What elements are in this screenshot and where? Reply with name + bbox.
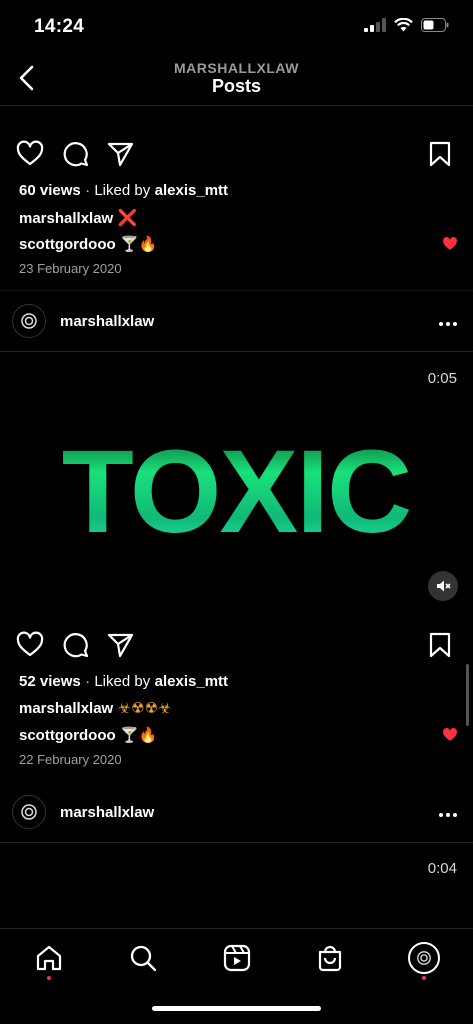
tab-profile[interactable] <box>408 942 440 974</box>
home-indicator <box>152 1006 321 1011</box>
liked-by-user[interactable]: alexis_mtt <box>155 182 228 199</box>
more-icon <box>439 322 457 326</box>
bookmark-icon <box>429 632 451 658</box>
header-divider <box>0 105 473 106</box>
view-count[interactable]: 52 views <box>19 673 81 690</box>
search-icon <box>130 945 157 972</box>
comment-emoji: 🍸🔥 <box>120 236 158 253</box>
post-stats: 60 views · Liked by alexis_mtt <box>19 182 229 199</box>
tab-home[interactable] <box>34 943 64 973</box>
post-date: 23 February 2020 <box>19 261 122 276</box>
avatar[interactable] <box>12 304 46 338</box>
caption-emoji: ☣☢☢☣ <box>117 700 172 717</box>
post-stats: 52 views · Liked by alexis_mtt <box>19 673 229 690</box>
comment-username[interactable]: scottgordooo <box>19 236 116 253</box>
comment-button[interactable] <box>62 140 92 170</box>
battery-icon <box>421 18 449 32</box>
heart-filled-icon <box>443 727 457 741</box>
like-button[interactable] <box>16 631 46 661</box>
avatar[interactable] <box>12 795 46 829</box>
home-notification-dot <box>47 976 51 980</box>
post-separator <box>0 290 473 291</box>
comment-like-button[interactable] <box>442 727 458 747</box>
comment-row: scottgordooo 🍸🔥 <box>19 726 157 745</box>
more-options-button[interactable] <box>438 316 458 327</box>
more-icon <box>439 813 457 817</box>
caption-username[interactable]: marshallxlaw <box>19 210 113 227</box>
mute-button[interactable] <box>428 571 458 601</box>
media-top-divider <box>0 842 473 843</box>
status-icons <box>364 18 449 32</box>
profile-logo-icon <box>21 313 37 329</box>
comment-button[interactable] <box>62 631 92 661</box>
post-date: 22 February 2020 <box>19 752 122 767</box>
video-player[interactable]: 0:05 TOXIC <box>0 352 473 614</box>
header-username: MARSHALLXLAW <box>174 60 299 76</box>
tab-reels[interactable] <box>222 943 252 973</box>
comment-icon <box>63 142 89 167</box>
video-text: TOXIC <box>62 426 410 558</box>
home-icon <box>36 945 62 971</box>
send-icon <box>107 142 134 167</box>
share-button[interactable] <box>106 140 136 170</box>
caption-username[interactable]: marshallxlaw <box>19 700 113 717</box>
video-frame: TOXIC <box>62 426 412 558</box>
signal-icon <box>364 18 386 32</box>
heart-icon <box>16 140 44 166</box>
reels-icon <box>223 944 251 972</box>
comment-emoji: 🍸🔥 <box>120 727 158 744</box>
liked-by-prefix: Liked by <box>94 673 151 690</box>
liked-by-prefix: Liked by <box>94 182 151 199</box>
scrollbar[interactable] <box>466 664 469 726</box>
speaker-muted-icon <box>437 580 451 592</box>
like-button[interactable] <box>16 140 46 170</box>
heart-icon <box>16 631 44 657</box>
profile-notification-dot <box>422 976 426 980</box>
bookmark-icon <box>429 141 451 167</box>
caption: marshallxlaw ❌ <box>19 208 138 228</box>
page-title: Posts <box>211 76 262 96</box>
more-options-button[interactable] <box>438 807 458 818</box>
comment-icon <box>63 633 89 658</box>
profile-icon <box>417 951 431 965</box>
tab-shop[interactable] <box>315 943 345 973</box>
send-icon <box>107 633 134 658</box>
post-author[interactable]: marshallxlaw <box>60 313 154 330</box>
wifi-icon <box>394 18 413 32</box>
view-count[interactable]: 60 views <box>19 182 81 199</box>
profile-logo-icon <box>21 804 37 820</box>
liked-by-user[interactable]: alexis_mtt <box>155 673 228 690</box>
heart-filled-icon <box>443 236 457 250</box>
comment-like-button[interactable] <box>442 236 458 256</box>
caption: marshallxlaw ☣☢☢☣ <box>19 699 171 718</box>
save-button[interactable] <box>426 631 456 661</box>
tab-search[interactable] <box>128 943 158 973</box>
video-timer: 0:04 <box>427 860 457 877</box>
share-button[interactable] <box>106 631 136 661</box>
comment-row: scottgordooo 🍸🔥 <box>19 235 157 254</box>
caption-emoji: ❌ <box>117 210 138 227</box>
status-time: 14:24 <box>34 16 85 37</box>
post-author[interactable]: marshallxlaw <box>60 804 154 821</box>
comment-username[interactable]: scottgordooo <box>19 727 116 744</box>
shop-icon <box>318 945 342 972</box>
save-button[interactable] <box>426 140 456 170</box>
